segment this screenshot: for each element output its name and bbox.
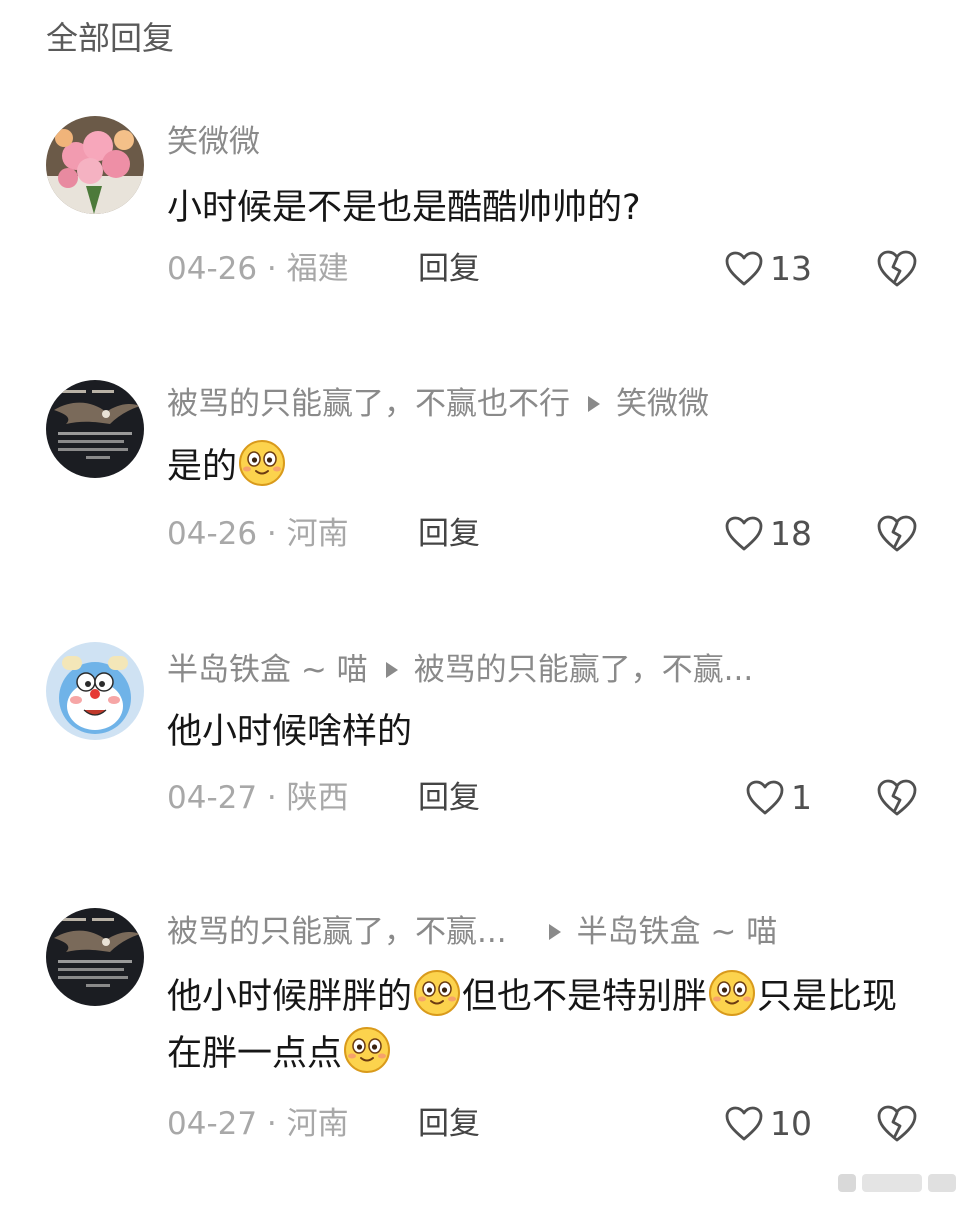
date-location: 04-27 · 河南 — [167, 1106, 349, 1142]
comment-meta: 半岛铁盒 ~ 喵 被骂的只能赢了，不赢... — [167, 648, 753, 692]
heart-outline-icon — [725, 516, 763, 551]
reply-button[interactable]: 回复 — [418, 1098, 480, 1150]
eagle-avatar-icon — [46, 380, 144, 478]
like-count: 13 — [770, 249, 812, 288]
reply-target-username[interactable]: 被骂的只能赢了，不赢... — [414, 648, 754, 692]
smiling-face-emoji — [707, 968, 757, 1018]
comment-meta: 被骂的只能赢了，不赢... 半岛铁盒 ~ 喵 — [167, 910, 777, 954]
triangle-right-icon — [586, 394, 602, 414]
comment-text-content: 小时候是不是也是酷酷帅帅的? — [167, 188, 641, 228]
triangle-right-icon — [384, 660, 400, 680]
username[interactable]: 笑微微 — [167, 120, 260, 164]
reply-button[interactable]: 回复 — [418, 772, 480, 824]
heart-outline-icon — [725, 251, 763, 286]
cartoon-cat-avatar-icon — [46, 642, 144, 740]
like-button[interactable]: 18 — [724, 508, 812, 560]
comment-text: 他小时候啥样的 — [167, 704, 890, 760]
comment-text: 是的 — [167, 438, 890, 495]
comment-footer: 04-27 · 陕西 回复 1 — [0, 772, 970, 824]
comment-text-content: 他小时候啥样的 — [167, 712, 413, 752]
smiling-face-emoji — [412, 968, 462, 1018]
like-button[interactable]: 13 — [724, 243, 812, 295]
section-title: 全部回复 — [46, 19, 175, 57]
watermark-mark — [838, 1174, 856, 1192]
date-location: 04-26 · 河南 — [167, 516, 349, 552]
avatar[interactable] — [46, 908, 144, 1006]
triangle-right-icon — [547, 922, 563, 942]
heart-outline-icon — [746, 780, 784, 815]
like-count: 1 — [791, 778, 812, 817]
watermark-mark — [928, 1174, 956, 1192]
comment-text-content: 是的 — [167, 447, 238, 487]
dislike-button[interactable] — [876, 778, 918, 818]
dislike-button[interactable] — [876, 514, 918, 554]
comment-meta: 笑微微 — [167, 120, 260, 164]
username[interactable]: 半岛铁盒 ~ 喵 — [167, 648, 368, 692]
flowers-avatar-icon — [46, 116, 144, 214]
username[interactable]: 被骂的只能赢了，不赢... — [167, 910, 507, 954]
dislike-button[interactable] — [876, 1104, 918, 1144]
like-count: 10 — [770, 1104, 812, 1143]
reply-target-username[interactable]: 笑微微 — [616, 382, 709, 426]
eagle-avatar-icon — [46, 908, 144, 1006]
reply-button[interactable]: 回复 — [418, 508, 480, 560]
reply-target-username[interactable]: 半岛铁盒 ~ 喵 — [577, 910, 778, 954]
comment-footer: 04-26 · 福建 回复 13 — [0, 243, 970, 295]
comment-text: 小时候是不是也是酷酷帅帅的? — [167, 180, 890, 236]
broken-heart-icon — [877, 515, 917, 552]
like-button[interactable]: 1 — [745, 772, 812, 824]
comment-meta: 被骂的只能赢了，不赢也不行 笑微微 — [167, 382, 709, 426]
like-button[interactable]: 10 — [724, 1098, 812, 1150]
avatar[interactable] — [46, 642, 144, 740]
smiling-face-emoji — [342, 1025, 392, 1075]
comment-text: 他小时候胖胖的 但也不是特别胖 只是比现在胖一点点 — [167, 968, 930, 1082]
comment-footer: 04-26 · 河南 回复 18 — [0, 508, 970, 560]
comment-text-content: 他小时候胖胖的 — [167, 977, 413, 1017]
broken-heart-icon — [877, 1105, 917, 1142]
watermark-mark — [862, 1174, 922, 1192]
username[interactable]: 被骂的只能赢了，不赢也不行 — [167, 382, 570, 426]
like-count: 18 — [770, 514, 812, 553]
date-location: 04-26 · 福建 — [167, 251, 349, 287]
date-location: 04-27 · 陕西 — [167, 780, 349, 816]
heart-outline-icon — [725, 1106, 763, 1141]
broken-heart-icon — [877, 779, 917, 816]
avatar[interactable] — [46, 380, 144, 478]
reply-button[interactable]: 回复 — [418, 243, 480, 295]
watermark — [806, 1170, 956, 1196]
comment-text-content: 但也不是特别胖 — [462, 977, 708, 1017]
broken-heart-icon — [877, 250, 917, 287]
avatar[interactable] — [46, 116, 144, 214]
smiling-face-emoji — [237, 438, 287, 488]
comment-footer: 04-27 · 河南 回复 10 — [0, 1098, 970, 1150]
dislike-button[interactable] — [876, 249, 918, 289]
